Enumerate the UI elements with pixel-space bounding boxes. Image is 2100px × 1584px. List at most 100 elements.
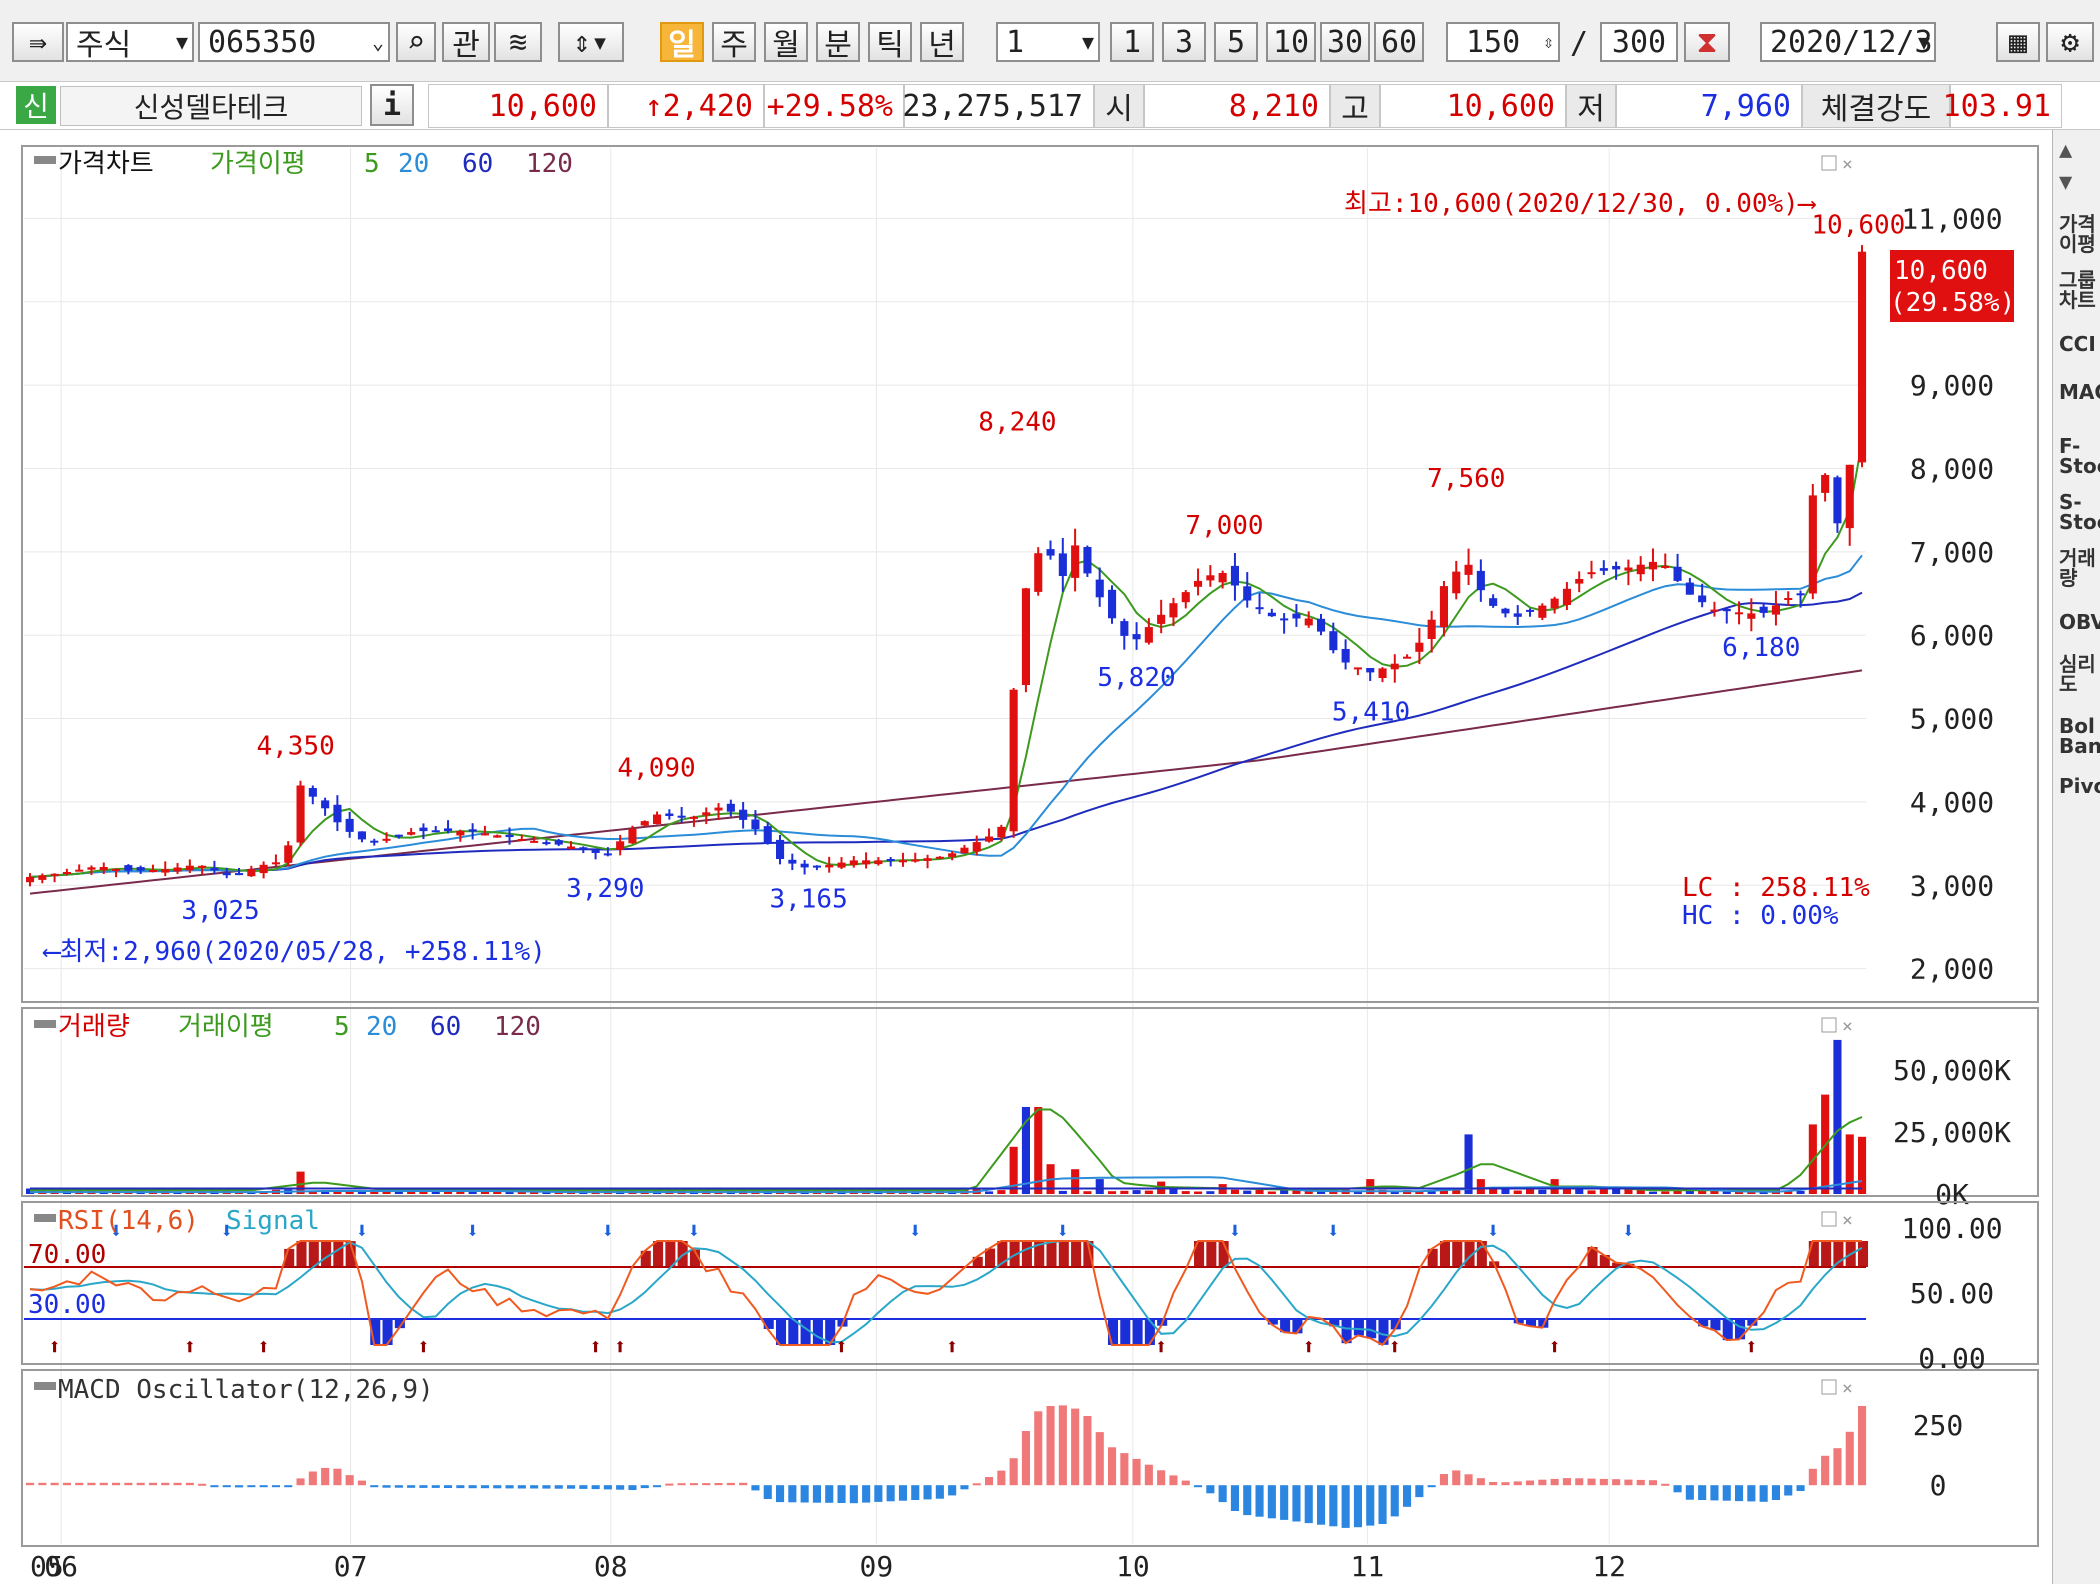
panel-handle-icon[interactable]: [34, 156, 56, 164]
volume-legend-ma120: 120: [494, 1012, 541, 1042]
count-max-input[interactable]: 300: [1600, 22, 1678, 62]
period-month-button[interactable]: 월: [764, 22, 808, 62]
rsi-overbought-fill: [1452, 1241, 1463, 1267]
candle-body: [1403, 656, 1412, 659]
macd-oscillator-bar: [1735, 1485, 1744, 1502]
price-tick-label: 11,000: [1901, 202, 2002, 235]
candle-body: [1206, 575, 1215, 581]
macd-oscillator-bar: [1415, 1485, 1424, 1498]
interval-preset-10[interactable]: 10: [1266, 22, 1316, 62]
rsi-tick-label: 50.00: [1910, 1277, 1994, 1310]
period-day-button[interactable]: 일: [660, 22, 704, 62]
macd-oscillator-bar: [567, 1485, 576, 1489]
macd-oscillator-bar: [874, 1485, 883, 1502]
buy-signal-arrow-icon: ⬆: [257, 1335, 270, 1360]
period-minute-button[interactable]: 분: [816, 22, 860, 62]
chart-type-icon[interactable]: ▦: [1996, 22, 2040, 62]
scroll-down-icon[interactable]: ▼: [2059, 170, 2072, 195]
link-arrow-icon[interactable]: ⇛: [12, 22, 64, 62]
candle-body: [1415, 642, 1424, 652]
volume-bar: [1206, 1191, 1215, 1194]
candle-body: [148, 870, 157, 872]
sell-signal-arrow-icon: ⬇: [687, 1219, 700, 1244]
candle-body: [1194, 580, 1203, 587]
indicator-item-group-chart[interactable]: 그룹차트: [2059, 270, 2100, 310]
macd-oscillator-bar: [1476, 1478, 1485, 1486]
panel-handle-icon[interactable]: [34, 1020, 56, 1028]
period-year-button[interactable]: 년: [920, 22, 964, 62]
panel-handle-icon[interactable]: [34, 1214, 56, 1222]
indicator-item-obv[interactable]: OBV: [2059, 612, 2100, 632]
macd-oscillator-bar: [1034, 1411, 1043, 1486]
indicator-item-psychology[interactable]: 심리도: [2059, 654, 2100, 694]
candle-body: [124, 865, 133, 871]
count-stepper[interactable]: 150 ⇳: [1446, 22, 1560, 62]
interval-preset-3[interactable]: 3: [1162, 22, 1206, 62]
rsi-overbought-fill: [653, 1241, 664, 1267]
indicator-item-pivot[interactable]: Pivo: [2059, 776, 2100, 796]
stock-code-input[interactable]: 065350 ⌄: [198, 22, 390, 62]
candle-body: [1698, 595, 1707, 603]
candle-body: [1501, 608, 1510, 614]
macd-oscillator-bar: [1587, 1478, 1596, 1486]
interest-button[interactable]: 관: [442, 22, 490, 62]
indicator-item-bollinger[interactable]: Bol Band: [2059, 716, 2100, 756]
period-tick-button[interactable]: 틱: [868, 22, 912, 62]
rsi-overbought-fill: [1021, 1241, 1032, 1267]
stock-info-button[interactable]: i: [370, 84, 414, 126]
date-select[interactable]: 2020/12/30 ▼: [1760, 22, 1936, 62]
indicator-item-fstoch[interactable]: F-Stoc: [2059, 436, 2100, 476]
macd-oscillator-bar: [1427, 1485, 1436, 1488]
market-select[interactable]: 주식 ▼: [66, 22, 194, 62]
indicator-item-cci[interactable]: CCI: [2059, 334, 2100, 354]
indicator-item-price-ma[interactable]: 가격이평: [2059, 214, 2100, 254]
volume-bar: [1833, 1039, 1842, 1194]
volume-legend-ma5: 5: [334, 1012, 350, 1042]
low-price: 7,960: [1616, 84, 1802, 128]
candle-body: [161, 869, 170, 873]
macd-oscillator-bar: [99, 1482, 108, 1486]
search-icon[interactable]: ⌕: [396, 22, 436, 62]
candle-body: [788, 859, 797, 864]
chart-settings-icon[interactable]: ⧗: [1684, 22, 1730, 62]
interval-select[interactable]: 1 ▼: [996, 22, 1100, 62]
period-week-button[interactable]: 주: [712, 22, 756, 62]
candle-body: [75, 869, 84, 872]
macd-oscillator-bar: [1439, 1474, 1448, 1486]
scroll-up-icon[interactable]: ▲: [2059, 138, 2072, 163]
candle-body: [911, 859, 920, 862]
gear-icon[interactable]: ⚙: [2046, 22, 2094, 62]
indicator-item-sstoch[interactable]: S-Stoc: [2059, 492, 2100, 532]
macd-oscillator-bar: [653, 1485, 662, 1488]
trade-volume: 23,275,517: [902, 84, 1094, 128]
layers-icon[interactable]: ≋: [494, 22, 542, 62]
macd-oscillator-bar: [1624, 1479, 1633, 1486]
candle-body: [136, 867, 145, 871]
macd-oscillator-bar: [480, 1485, 489, 1489]
candle-body: [886, 859, 895, 861]
macd-oscillator-bar: [1489, 1482, 1498, 1486]
interval-value: 1: [1006, 24, 1025, 60]
up-down-stepper[interactable]: ⇕▾: [558, 22, 624, 62]
price-change-pct: +29.58%: [764, 84, 904, 128]
stock-code-value: 065350: [208, 24, 317, 60]
indicator-item-macd[interactable]: MACD: [2059, 382, 2100, 402]
panel-close-icon[interactable]: ×: [1842, 1378, 1853, 1399]
market-select-value: 주식: [76, 28, 132, 62]
macd-oscillator-bar: [321, 1467, 330, 1486]
interval-preset-5[interactable]: 5: [1214, 22, 1258, 62]
macd-oscillator-bar: [1661, 1483, 1670, 1486]
panel-handle-icon[interactable]: [34, 1382, 56, 1390]
volume-bar: [1120, 1190, 1129, 1194]
panel-close-icon[interactable]: ×: [1842, 154, 1853, 175]
interval-preset-60[interactable]: 60: [1374, 22, 1424, 62]
candle-body: [1120, 621, 1129, 636]
panel-close-icon[interactable]: ×: [1842, 1016, 1853, 1037]
rsi-overbought-fill: [1071, 1241, 1082, 1267]
interval-preset-1[interactable]: 1: [1110, 22, 1154, 62]
panel-close-icon[interactable]: ×: [1842, 1210, 1853, 1231]
macd-oscillator-bar: [825, 1485, 834, 1503]
interval-preset-30[interactable]: 30: [1320, 22, 1370, 62]
macd-oscillator-bar: [616, 1485, 625, 1490]
indicator-item-volume[interactable]: 거래량: [2059, 548, 2100, 588]
